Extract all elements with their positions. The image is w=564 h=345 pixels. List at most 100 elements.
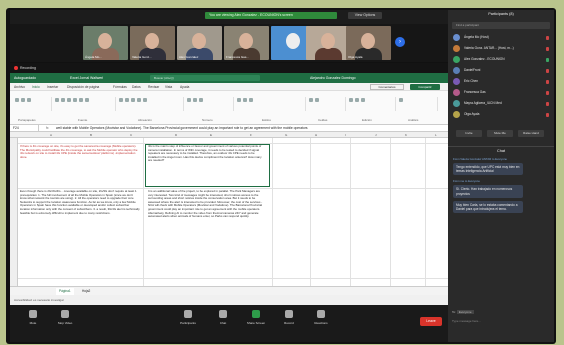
ribbon-label: Fuente [78,118,88,122]
muted-mic-icon [546,102,549,106]
muted-mic-icon [546,36,549,40]
screen-share-banner: You are viewing Alex Gonzalez - ECOUNION… [205,12,337,19]
table-cell[interactable]: Even though there is 2G/3G/4G... coverag… [20,189,140,215]
clipboard-group[interactable] [14,97,52,111]
ribbon-label: Estilos [262,118,271,122]
participant-item[interactable]: Alex Gonzalez - ECOUNION [448,54,554,65]
styles-group[interactable] [236,97,306,111]
excel-title-bar: Autoguardado Excel Jornal Wallwerl Busca… [10,73,448,83]
video-tile[interactable]: Francesca Gas... [224,26,269,60]
menu-disposicion[interactable]: Disposición de página [67,83,99,91]
autosave-label[interactable]: Autoguardado [14,73,36,83]
avatar [453,34,460,41]
avatar [453,67,460,74]
cell-reference[interactable]: F24 [13,125,39,132]
video-tile[interactable]: Valeria Gonz... [130,26,175,60]
people-icon [184,310,192,318]
ribbon-label: Número [202,118,213,122]
font-group[interactable] [54,97,116,111]
excel-window: Autoguardado Excel Jornal Wallwerl Busca… [10,73,448,305]
raise-hand-button[interactable]: Raise Hand [518,130,544,137]
menu-vista[interactable]: Vista [165,83,172,91]
spreadsheet-grid[interactable]: If there is 4G coverage on site, it's ea… [10,138,448,286]
share-screen-icon [252,310,260,318]
status-bar: Accesibilidad: es necesario investigar [10,295,448,305]
view-options-button[interactable]: View Options [348,12,382,19]
avatar [453,111,460,118]
chat-button[interactable]: Chat [210,310,236,325]
chat-input[interactable]: Type message here... [452,319,481,323]
fx-icon: fx [46,126,49,130]
zoom-controls: Mute Stop Video Participants Chat Share … [10,305,448,342]
table-cell[interactable]: 4G is the main's step of influence or fa… [148,144,266,163]
menu-insertar[interactable]: Insertar [47,83,58,91]
comments-button[interactable]: Comentarios [370,84,404,90]
gallery-next-icon[interactable]: › [395,37,405,47]
video-gallery: Ángela Mo... Valeria Gonz... Alex Gonzal… [10,24,448,62]
mute-button[interactable]: Mute [20,310,46,325]
menu-archivo[interactable]: Archivo [14,83,25,91]
chat-sender: From me to Everyone [453,179,480,184]
video-tile[interactable] [306,26,351,60]
chat-message: Tengo entendido, que UPC está muy bien e… [453,163,523,176]
menu-ayuda[interactable]: Ayuda [180,83,189,91]
formula-bar[interactable]: F24 fx well stable with Mobile Operators… [10,125,448,132]
participant-item[interactable]: Olga Ayala [448,109,554,120]
number-group[interactable] [186,97,234,111]
muted-mic-icon [546,58,549,62]
avatar [453,78,460,85]
share-button[interactable]: Compartir [410,84,440,90]
participant-item[interactable]: Valeria Gonz. ANTAR... (Host, m...) [448,43,554,54]
alignment-group[interactable] [118,97,184,111]
ribbon-label: Análisis [408,118,419,122]
record-dot-icon [14,66,18,70]
chat-recipient[interactable]: To: Everyone [452,310,474,314]
ribbon-label: Alineación [138,118,152,122]
video-tile[interactable]: Olga Ayala [346,26,391,60]
microphone-icon [29,310,37,318]
sheet-tab[interactable]: Hoja2 [82,288,90,295]
muted-mic-icon [546,80,549,84]
leave-button[interactable]: Leave [420,317,442,326]
participants-button[interactable]: Participants [175,310,201,325]
formula-text[interactable]: well stable with Mobile Operators (Movis… [56,125,308,132]
participant-item[interactable]: Mayra Aglicera_IUCN Med [448,98,554,109]
chat-sender: From Valeria Gonzalez ANTAR to Everyone [453,157,507,161]
chat-title: Chat [448,146,554,156]
chat-message: Sí. Cierto. Han trabajado en numerosos p… [453,185,523,198]
participant-item[interactable]: DanielFroni [448,65,554,76]
menu-formulas[interactable]: Fórmulas [113,83,127,91]
ribbon-label: Celdas [318,118,328,122]
ribbon-label: Edición [362,118,372,122]
avatar [453,89,460,96]
table-cell[interactable]: It is an additional value of the project… [148,189,266,219]
participant-item[interactable]: Eric Chen [448,76,554,87]
participant-search-input[interactable]: Find a participant [452,22,550,29]
smiley-icon [317,310,325,318]
menu-datos[interactable]: Datos [132,83,141,91]
cells-group[interactable] [308,97,346,111]
table-cell[interactable]: If there is 4G coverage on site, it's ea… [20,144,140,159]
row-headers [10,138,18,286]
ribbon: Portapapeles Fuente Alineación Número Es… [10,91,448,125]
reactions-button[interactable]: Reactions [308,310,334,325]
muted-mic-icon [546,113,549,117]
video-tile[interactable]: Alex Gonzalez [177,26,222,60]
menu-bar: Archivo Inicio Insertar Disposición de p… [10,83,448,91]
mute-me-button[interactable]: Mute Me [487,130,513,137]
menu-inicio[interactable]: Inicio [32,83,40,91]
camera-icon [61,310,69,318]
analysis-group[interactable] [398,97,438,111]
share-screen-button[interactable]: Share Screen [243,310,269,325]
user-name: Alejandro Gonzalez Domingo [310,76,356,80]
participant-item[interactable]: Ángela Mo (Host) [448,32,554,43]
participant-item[interactable]: Francesca Gas [448,87,554,98]
video-tile[interactable]: Ángela Mo... [83,26,128,60]
editing-group[interactable] [348,97,396,111]
chat-icon [219,310,227,318]
stop-video-button[interactable]: Stop Video [52,310,78,325]
menu-revisar[interactable]: Revisar [148,83,159,91]
record-button[interactable]: Record [276,310,302,325]
invite-button[interactable]: Invite [456,130,482,137]
search-input[interactable]: Buscar (Alt+Q) [150,75,260,81]
